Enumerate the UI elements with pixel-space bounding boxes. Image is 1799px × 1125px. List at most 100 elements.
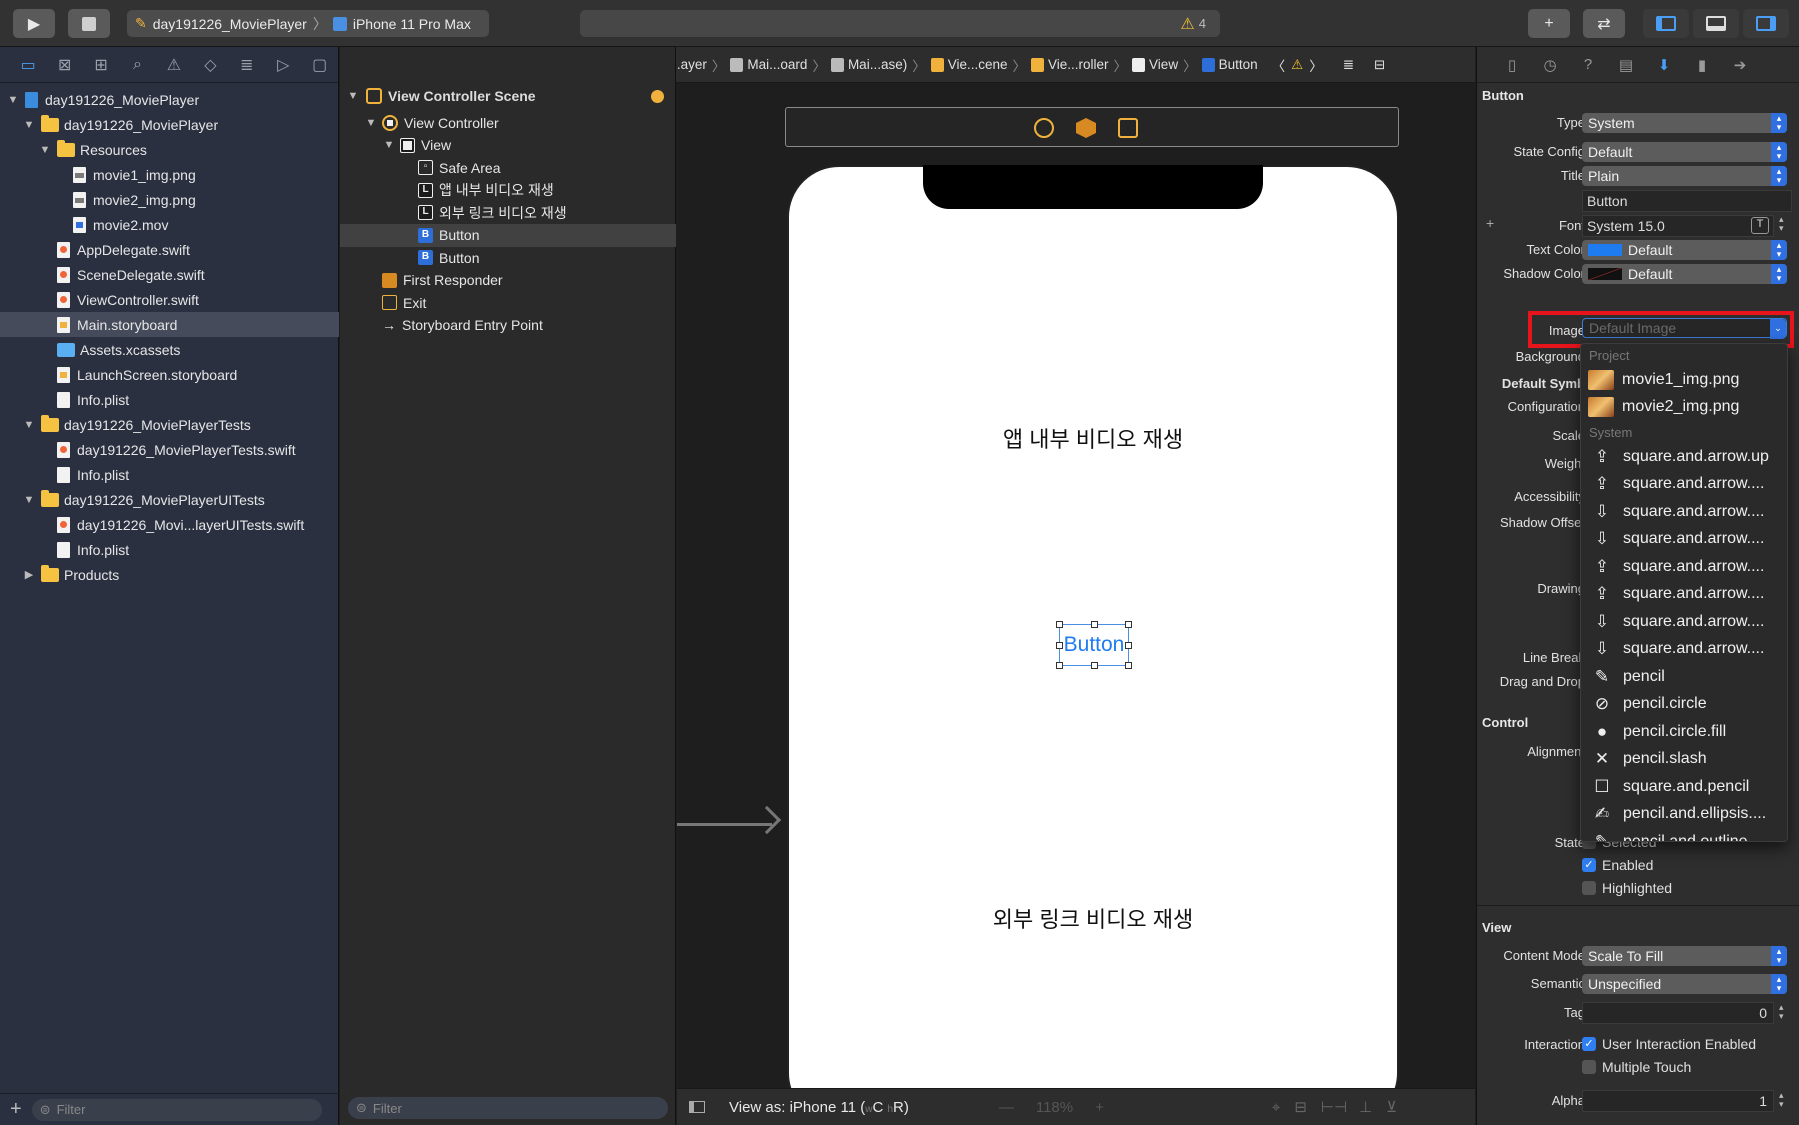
file-tree-item[interactable]: SceneDelegate.swift	[0, 262, 339, 287]
file-tree-item[interactable]: ▼ day191226_MoviePlayer	[0, 87, 339, 112]
disclosure-triangle[interactable]: ▼	[382, 139, 396, 151]
file-tree-item[interactable]: Info.plist	[0, 537, 339, 562]
dropdown-system-item[interactable]: ✎ pencil	[1581, 663, 1787, 690]
dropdown-system-item[interactable]: ⇪ square.and.arrow....	[1581, 471, 1787, 498]
file-tree-item[interactable]: ▶ Products	[0, 562, 339, 587]
resize-handle[interactable]	[1125, 662, 1132, 669]
activity-view[interactable]: ⚠ 4	[580, 10, 1220, 37]
view-as-device[interactable]: View as: iPhone 11 (wC hR)	[729, 1099, 909, 1116]
label-internal-video[interactable]: 앱 내부 비디오 재생	[789, 422, 1397, 454]
dropdown-system-item[interactable]: ⇪ square.and.arrow....	[1581, 553, 1787, 580]
document-outline-toggle-icon[interactable]	[689, 1101, 705, 1113]
help-icon[interactable]: ?	[1569, 56, 1607, 73]
text-color-popup[interactable]: Default ▴ ▾	[1582, 240, 1787, 260]
resize-handle[interactable]	[1125, 621, 1132, 628]
resize-handle[interactable]	[1091, 621, 1098, 628]
multiple-touch-checkbox[interactable]: Multiple Touch	[1582, 1059, 1691, 1075]
breadcrumb-item[interactable]: Vie...roller	[1031, 57, 1109, 72]
editor-options-icon[interactable]: ≣	[1343, 57, 1354, 73]
dropdown-system-item[interactable]: ✍ pencil.and.ellipsis....	[1581, 801, 1787, 828]
dropdown-system-item[interactable]: ⇪ square.and.arrow.up	[1581, 443, 1787, 470]
dropdown-project-item[interactable]: movie1_img.png	[1581, 366, 1787, 393]
file-tree-item[interactable]: movie1_img.png	[0, 162, 339, 187]
resize-handle[interactable]	[1091, 662, 1098, 669]
embed-in-icon[interactable]: ⊟	[1294, 1098, 1307, 1116]
font-field[interactable]: System 15.0 T	[1582, 215, 1774, 237]
first-responder-icon[interactable]	[1076, 118, 1096, 138]
title-popup[interactable]: Plain ▴ ▾	[1582, 166, 1787, 186]
content-mode-popup[interactable]: Scale To Fill ▴ ▾	[1582, 946, 1787, 966]
dropdown-system-item[interactable]: ☐ square.and.pencil	[1581, 773, 1787, 800]
user-interaction-checkbox[interactable]: ✓ User Interaction Enabled	[1582, 1036, 1756, 1052]
update-frames-icon[interactable]: ⌖	[1272, 1099, 1280, 1116]
file-tree-item[interactable]: LaunchScreen.storyboard	[0, 362, 339, 387]
resolve-issues-icon[interactable]: ⊻	[1386, 1098, 1397, 1116]
scheme-selector[interactable]: ✎ day191226_MoviePlayer 〉 iPhone 11 Pro …	[127, 10, 489, 37]
issue-icon[interactable]: ⚠	[156, 47, 192, 83]
breadcrumb-item[interactable]: Button	[1201, 57, 1258, 72]
resize-handle[interactable]	[1056, 642, 1063, 649]
debug-icon[interactable]: ≣	[229, 47, 265, 83]
dropdown-system-item[interactable]: ● pencil.circle.fill	[1581, 718, 1787, 745]
disclosure-triangle[interactable]: ▼	[22, 119, 36, 131]
symbol-icon[interactable]: ⊞	[83, 47, 119, 83]
report-icon[interactable]: ▢	[302, 47, 338, 83]
add-constraints-icon[interactable]: ⊥	[1359, 1098, 1372, 1116]
outline-item[interactable]: First Responder	[340, 269, 676, 292]
alpha-field[interactable]: 1	[1582, 1090, 1774, 1112]
connections-icon[interactable]: ➔	[1721, 56, 1759, 74]
zoom-in-icon[interactable]: +	[1095, 1099, 1104, 1116]
file-tree-item[interactable]: day191226_Movi...layerUITests.swift	[0, 512, 339, 537]
dropdown-system-item[interactable]: ⇩ square.and.arrow....	[1581, 498, 1787, 525]
outline-item[interactable]: L 외부 링크 비디오 재생	[340, 201, 676, 224]
outline-item[interactable]: ▼ View	[340, 134, 676, 157]
file-tree-item[interactable]: movie2_img.png	[0, 187, 339, 212]
selected-button[interactable]: Button	[1056, 621, 1132, 669]
disclosure-triangle[interactable]: ▼	[22, 494, 36, 506]
next-issue-icon[interactable]: 〉	[1309, 55, 1323, 75]
attributes-icon[interactable]: ⬇	[1645, 56, 1683, 74]
label-external-video[interactable]: 외부 링크 비디오 재생	[789, 902, 1397, 934]
resize-handle[interactable]	[1125, 642, 1132, 649]
font-picker-icon[interactable]: T	[1751, 217, 1769, 234]
outline-item[interactable]: ▫ Safe Area	[340, 156, 676, 179]
prev-issue-icon[interactable]: 〈	[1272, 55, 1286, 75]
dropdown-system-item[interactable]: ⇩ square.and.arrow....	[1581, 636, 1787, 663]
warning-icon[interactable]: ⚠	[1291, 57, 1303, 73]
outline-item[interactable]: B Button	[340, 223, 676, 247]
exit-icon[interactable]	[1118, 118, 1138, 138]
resize-handle[interactable]	[1056, 621, 1063, 628]
scene-header[interactable]: ▼ View Controller Scene	[340, 83, 676, 109]
toggle-inspector-button[interactable]	[1743, 9, 1789, 38]
library-button[interactable]: +	[1528, 9, 1570, 38]
add-editor-icon[interactable]: ⊟	[1374, 57, 1385, 73]
disclosure-triangle[interactable]: ▼	[346, 90, 360, 102]
disclosure-triangle[interactable]: ▶	[22, 568, 36, 581]
file-tree-item[interactable]: day191226_MoviePlayerTests.swift	[0, 437, 339, 462]
highlighted-checkbox[interactable]: Highlighted	[1582, 880, 1672, 896]
zoom-out-icon[interactable]: —	[999, 1099, 1014, 1116]
dropdown-system-item[interactable]: ✎ pencil.and.outline	[1581, 828, 1787, 842]
file-inspector-icon[interactable]: ▯	[1493, 56, 1531, 74]
file-tree-item[interactable]: ▼ Resources	[0, 137, 339, 162]
type-popup[interactable]: System ▴ ▾	[1582, 113, 1787, 133]
file-tree-item[interactable]: Assets.xcassets	[0, 337, 339, 362]
disclosure-triangle[interactable]: ▼	[6, 94, 20, 106]
file-tree-item[interactable]: movie2.mov	[0, 212, 339, 237]
state-config-popup[interactable]: Default ▴ ▾	[1582, 142, 1787, 162]
disclosure-triangle[interactable]: ▼	[364, 117, 378, 129]
enabled-checkbox[interactable]: ✓ Enabled	[1582, 857, 1653, 873]
font-stepper[interactable]: ▴ ▾	[1779, 215, 1784, 233]
semantic-popup[interactable]: Unspecified ▴ ▾	[1582, 974, 1787, 994]
file-tree-item[interactable]: ▼ day191226_MoviePlayerUITests	[0, 487, 339, 512]
resize-handle[interactable]	[1056, 662, 1063, 669]
disclosure-triangle[interactable]: ▼	[38, 144, 52, 156]
dropdown-system-item[interactable]: ⇪ square.and.arrow....	[1581, 581, 1787, 608]
run-button[interactable]: ▶	[13, 9, 55, 38]
source-control-icon[interactable]: ⊠	[46, 47, 82, 83]
toggle-navigator-button[interactable]	[1643, 9, 1689, 38]
title-text-field[interactable]: Button	[1582, 190, 1792, 212]
file-tree-item[interactable]: ▼ day191226_MoviePlayer	[0, 112, 339, 137]
add-variation-icon[interactable]: +	[1486, 215, 1494, 231]
outline-item[interactable]: B Button	[340, 246, 676, 269]
